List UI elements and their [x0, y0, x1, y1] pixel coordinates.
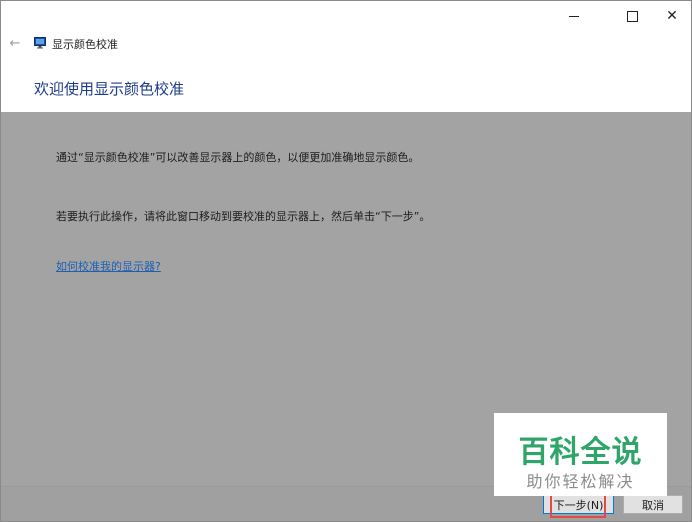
instruction-text: 若要执行此操作，请将此窗口移动到要校准的显示器上，然后单击“下一步”。 [56, 210, 431, 223]
intro-text: 通过“显示颜色校准”可以改善显示器上的颜色，以便更加准确地显示颜色。 [56, 151, 420, 164]
watermark-subtitle: 助你轻松解决 [526, 472, 635, 491]
back-arrow-icon: ← [9, 35, 21, 51]
close-button[interactable]: ✕ [649, 1, 691, 31]
window-title: 显示颜色校准 [52, 38, 118, 51]
close-icon: ✕ [666, 8, 678, 24]
title-bar: ✕ [1, 1, 691, 31]
help-link[interactable]: 如何校准我的显示器? [56, 258, 161, 274]
maximize-icon [626, 10, 638, 22]
watermark-title: 百科全说 [518, 435, 643, 470]
monitor-icon [34, 37, 46, 49]
minimize-button[interactable] [551, 1, 597, 31]
navigation-bar: ← 显示颜色校准 [1, 31, 691, 55]
watermark-overlay: 百科全说 助你轻松解决 [494, 413, 667, 496]
back-button[interactable]: ← [6, 31, 24, 55]
minimize-icon [569, 15, 579, 17]
page-heading: 欢迎使用显示颜色校准 [34, 80, 185, 98]
cancel-button[interactable]: 取消 [623, 495, 683, 514]
